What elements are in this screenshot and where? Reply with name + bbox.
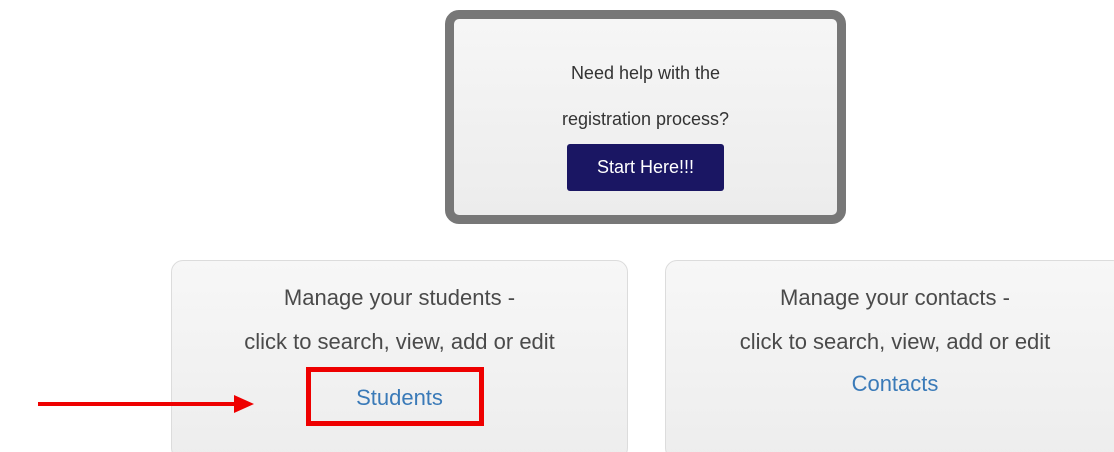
page: Need help with the registration process?… [0, 0, 1114, 452]
right-arrow-icon [38, 402, 238, 406]
contacts-link[interactable]: Contacts [666, 371, 1114, 397]
help-text-line-2: registration process? [561, 109, 730, 129]
start-here-button[interactable]: Start Here!!! [567, 144, 724, 191]
registration-help-box: Need help with the registration process?… [445, 10, 846, 224]
manage-contacts-card: Manage your contacts - click to search, … [665, 260, 1114, 452]
students-card-title: Manage your students - [283, 285, 516, 310]
students-card-description: click to search, view, add or edit [244, 329, 555, 354]
contacts-card-title: Manage your contacts - [780, 285, 1010, 310]
manage-students-card: Manage your students - click to search, … [171, 260, 628, 452]
help-text-line-1: Need help with the [570, 63, 721, 83]
contacts-card-description: click to search, view, add or edit [739, 329, 1051, 354]
arrow-head-icon [234, 395, 254, 413]
